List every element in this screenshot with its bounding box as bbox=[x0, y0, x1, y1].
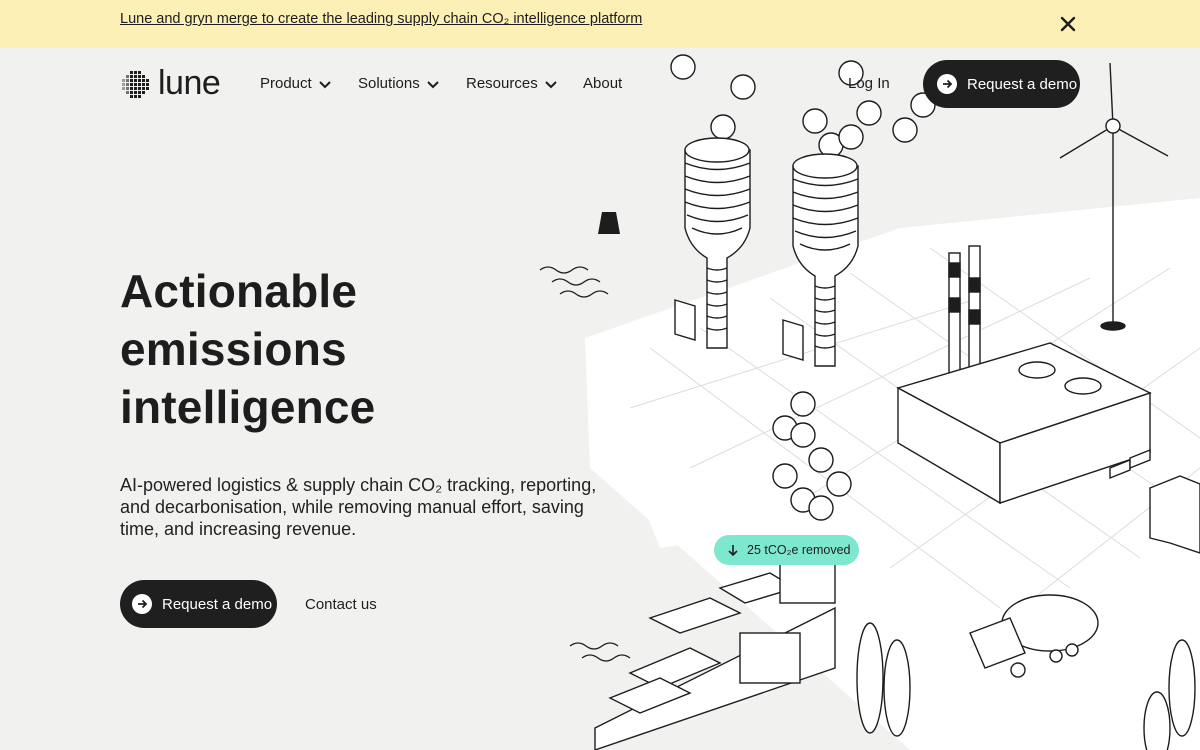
hero-title-line: intelligence bbox=[120, 381, 376, 433]
nav-item-label: Product bbox=[260, 75, 312, 92]
co2-removed-badge: 25 tCO₂e removed bbox=[714, 535, 859, 565]
login-link[interactable]: Log In bbox=[848, 75, 890, 92]
lune-logo[interactable]: lune bbox=[120, 64, 224, 102]
announcement-link[interactable]: Lune and gryn merge to create the leadin… bbox=[120, 11, 642, 27]
logo-wordmark: lune bbox=[158, 64, 221, 102]
arrow-right-icon bbox=[937, 74, 957, 94]
nav-item-product[interactable]: Product bbox=[260, 75, 332, 92]
hero-request-demo-button[interactable]: Request a demo bbox=[120, 580, 277, 628]
nav-item-about[interactable]: About bbox=[583, 75, 622, 92]
hero-title-line: Actionable bbox=[120, 265, 358, 317]
button-label: Request a demo bbox=[967, 75, 1078, 93]
arrow-down-icon bbox=[728, 545, 738, 556]
hero-subtitle-line: time, and increasing revenue. bbox=[120, 519, 357, 539]
isometric-industry-illustration bbox=[539, 54, 1200, 750]
hero-title: Actionable emissions intelligence bbox=[120, 262, 540, 436]
logo-mark-icon bbox=[122, 71, 149, 98]
chevron-down-icon bbox=[544, 80, 557, 88]
button-label: Request a demo bbox=[162, 595, 273, 613]
close-icon[interactable] bbox=[1058, 14, 1078, 34]
nav-item-label: Solutions bbox=[358, 75, 420, 92]
nav-item-label: About bbox=[583, 75, 623, 92]
top-nav: lune Product Solutions Resources About L… bbox=[0, 48, 1200, 120]
contact-us-link[interactable]: Contact us bbox=[305, 596, 377, 613]
nav-item-resources[interactable]: Resources bbox=[466, 75, 558, 92]
badge-label: 25 tCO₂e removed bbox=[747, 543, 851, 557]
chevron-down-icon bbox=[427, 80, 439, 88]
arrow-right-icon bbox=[132, 594, 152, 614]
hero-subtitle: AI-powered logistics & supply chain CO₂ … bbox=[120, 474, 610, 540]
nav-request-demo-button[interactable]: Request a demo bbox=[923, 60, 1080, 108]
hero-subtitle-line: AI-powered logistics & supply chain CO₂ … bbox=[120, 475, 597, 495]
nav-item-solutions[interactable]: Solutions bbox=[358, 75, 440, 92]
hero-subtitle-line: and decarbonisation, while removing manu… bbox=[120, 497, 584, 517]
nav-item-label: Resources bbox=[466, 75, 538, 92]
chevron-down-icon bbox=[318, 80, 331, 88]
announcement-banner: Lune and gryn merge to create the leadin… bbox=[0, 0, 1200, 48]
hero-title-line: emissions bbox=[120, 323, 347, 375]
